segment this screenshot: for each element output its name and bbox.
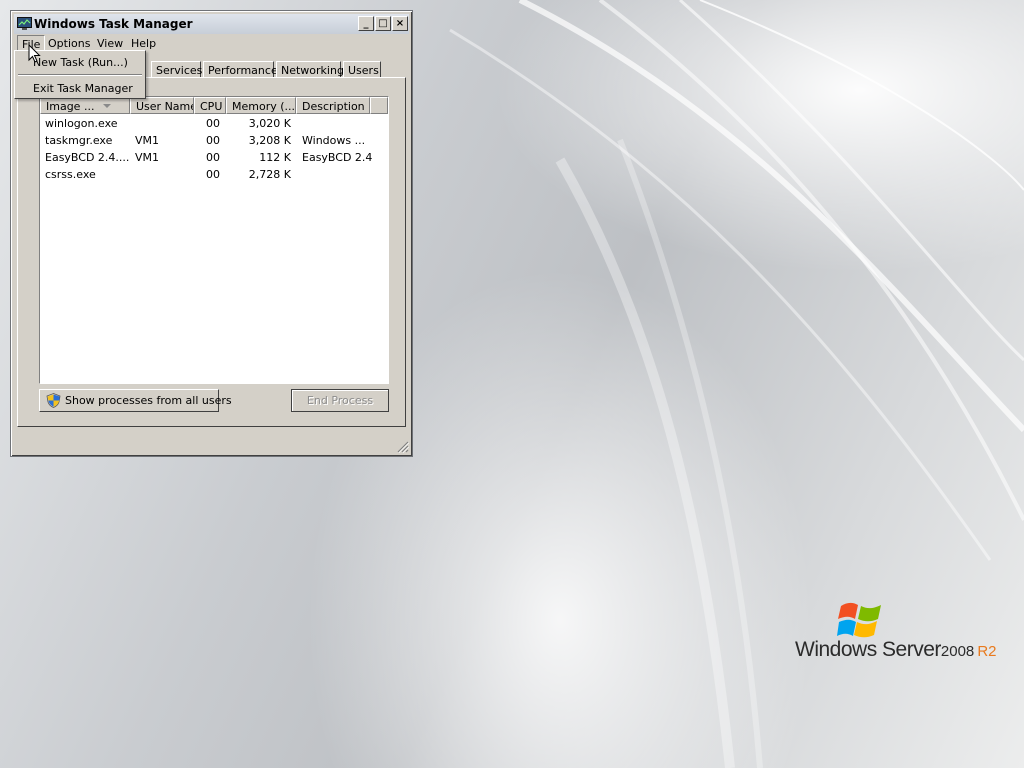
close-button[interactable]: × — [392, 16, 408, 31]
column-filler — [370, 97, 388, 114]
cell-cpu: 00 — [206, 134, 220, 147]
windows-flag-icon — [837, 602, 881, 638]
cell-image: EasyBCD 2.4.... — [45, 151, 130, 164]
cell-image: csrss.exe — [45, 168, 96, 181]
show-all-processes-label: Show processes from all users — [65, 394, 232, 407]
column-image-label: Image ... — [46, 100, 95, 113]
mouse-pointer-icon — [28, 44, 41, 63]
cell-memory: 3,020 K — [248, 117, 291, 130]
table-row[interactable]: EasyBCD 2.4.... VM1 00 112 K EasyBCD 2.4 — [40, 149, 388, 166]
column-user-name[interactable]: User Name — [130, 97, 194, 114]
menu-separator — [18, 74, 142, 76]
list-header: Image ... User Name CPU Memory (... Desc… — [40, 97, 388, 114]
end-process-button[interactable]: End Process — [291, 389, 389, 412]
menu-item-exit[interactable]: Exit Task Manager — [33, 82, 133, 95]
table-row[interactable]: winlogon.exe 00 3,020 K — [40, 115, 388, 132]
column-image[interactable]: Image ... — [40, 97, 130, 114]
resize-grip-icon[interactable] — [397, 441, 409, 453]
menu-view[interactable]: View — [97, 37, 123, 50]
window-title: Windows Task Manager — [34, 17, 193, 31]
windows-server-branding: Windows Server2008 R2 — [795, 600, 1005, 670]
menu-help[interactable]: Help — [131, 37, 156, 50]
cell-image: taskmgr.exe — [45, 134, 113, 147]
menu-options[interactable]: Options — [48, 37, 90, 50]
brand-product: Windows Server — [795, 638, 941, 661]
process-list[interactable]: Image ... User Name CPU Memory (... Desc… — [39, 96, 389, 384]
cell-user: VM1 — [135, 151, 160, 164]
cell-memory: 3,208 K — [248, 134, 291, 147]
table-row[interactable]: taskmgr.exe VM1 00 3,208 K Windows ... — [40, 132, 388, 149]
tab-performance[interactable]: Performance — [203, 61, 278, 78]
minimize-button[interactable]: _ — [358, 16, 374, 31]
cell-cpu: 00 — [206, 168, 220, 181]
menu-item-new-task[interactable]: New Task (Run...) — [33, 56, 128, 69]
cell-cpu: 00 — [206, 117, 220, 130]
cell-cpu: 00 — [206, 151, 220, 164]
cell-description: Windows ... — [302, 134, 366, 147]
tab-users[interactable]: Users — [343, 61, 381, 78]
uac-shield-icon — [46, 393, 61, 408]
maximize-button[interactable]: □ — [375, 16, 391, 31]
cell-image: winlogon.exe — [45, 117, 118, 130]
brand-release: R2 — [977, 643, 997, 660]
cell-user: VM1 — [135, 134, 160, 147]
cell-memory: 112 K — [259, 151, 291, 164]
sort-down-icon — [103, 104, 111, 108]
column-cpu[interactable]: CPU — [194, 97, 226, 114]
brand-version: 2008 — [940, 643, 975, 660]
task-manager-icon — [17, 17, 32, 30]
product-name: Windows Server2008 R2 — [795, 638, 997, 662]
cell-description: EasyBCD 2.4 — [302, 151, 373, 164]
show-all-processes-button[interactable]: Show processes from all users — [39, 389, 232, 412]
cell-memory: 2,728 K — [248, 168, 291, 181]
title-bar[interactable]: Windows Task Manager _ □ × — [14, 14, 409, 34]
tab-networking[interactable]: Networking — [276, 61, 344, 78]
column-memory[interactable]: Memory (... — [226, 97, 296, 114]
table-row[interactable]: csrss.exe 00 2,728 K — [40, 166, 388, 183]
column-description[interactable]: Description — [296, 97, 370, 114]
tab-services[interactable]: Services — [151, 61, 202, 78]
